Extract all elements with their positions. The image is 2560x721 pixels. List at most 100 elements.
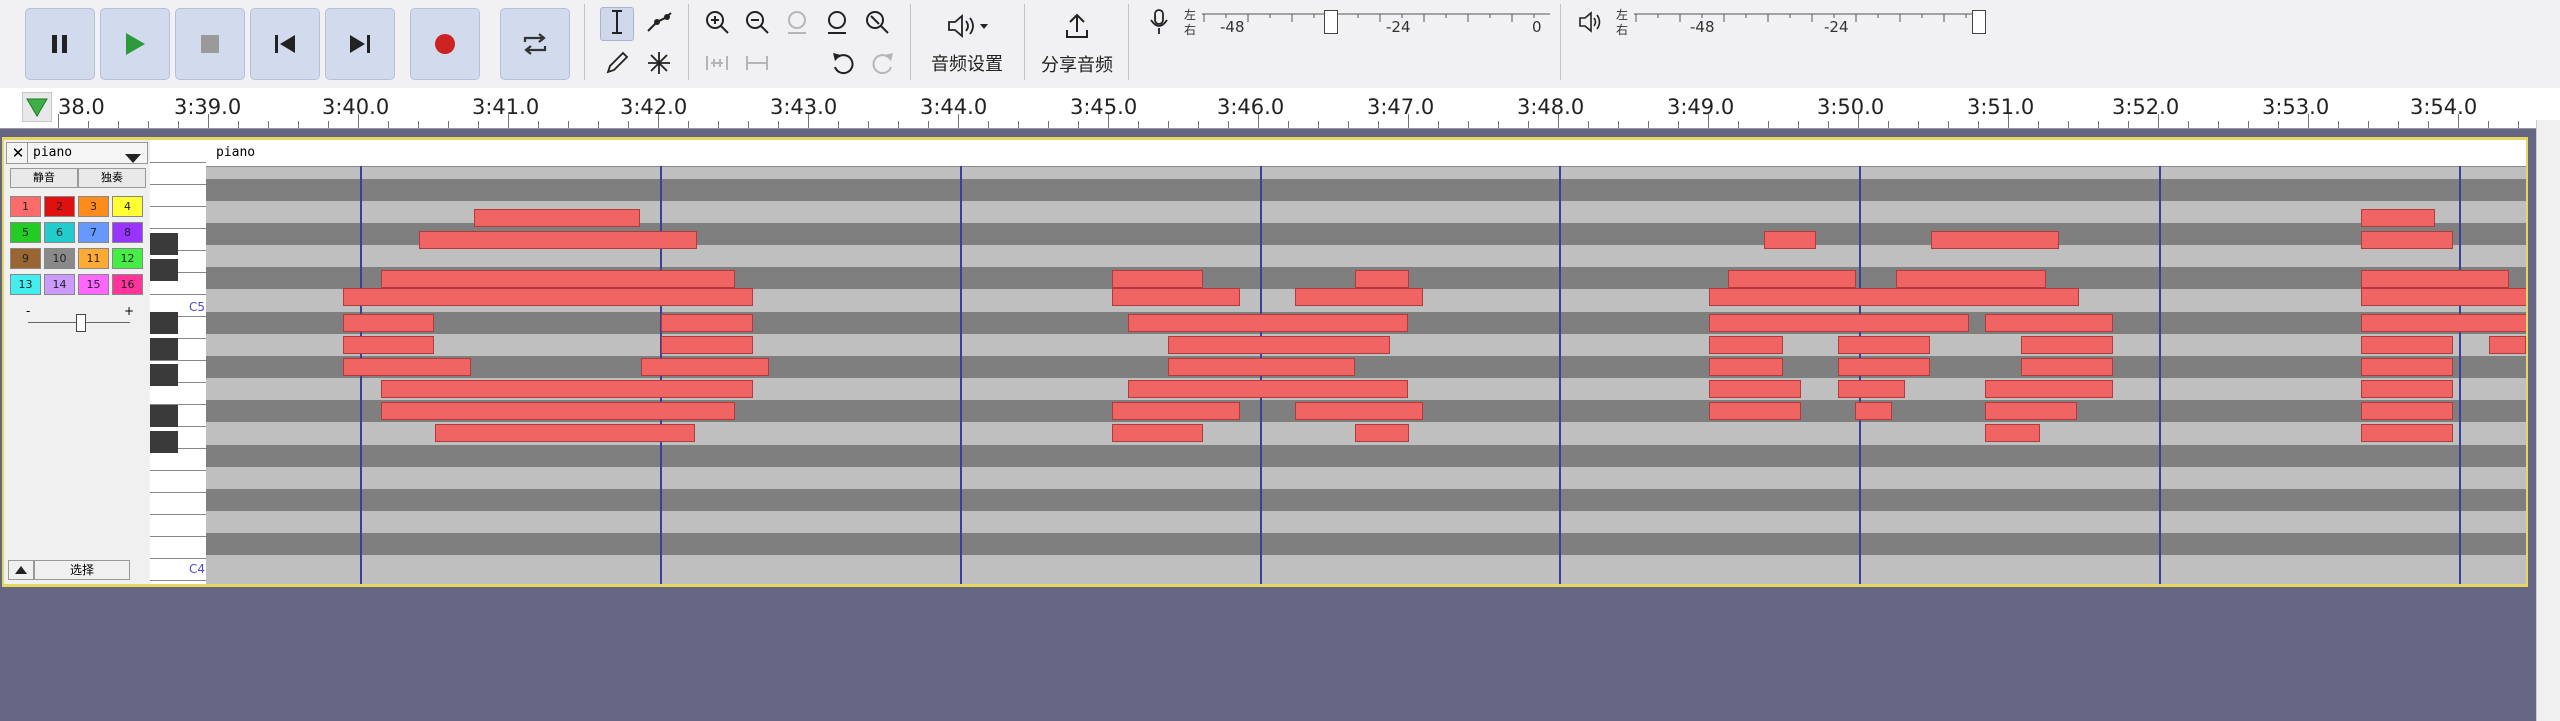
note[interactable] <box>1896 270 2046 288</box>
envelope-tool-button[interactable] <box>642 7 676 41</box>
note[interactable] <box>1112 270 1203 288</box>
channel-button-4[interactable]: 4 <box>112 196 143 217</box>
black-key[interactable] <box>150 312 178 334</box>
note[interactable] <box>474 209 640 227</box>
timeline-ruler[interactable]: 38.0 3:39.0 3:40.0 3:41.0 3:42.0 3:43.0 3:44.0… <box>0 88 2560 129</box>
note[interactable] <box>1838 358 1930 376</box>
play-button[interactable] <box>100 8 170 80</box>
zoom-out-button[interactable] <box>740 7 774 41</box>
loop-button[interactable] <box>500 8 570 80</box>
audio-setup-button[interactable]: 音频设置 <box>920 6 1014 82</box>
channel-button-11[interactable]: 11 <box>78 248 109 269</box>
note[interactable] <box>1128 314 1408 332</box>
black-key[interactable] <box>150 233 178 255</box>
note[interactable] <box>1985 380 2113 398</box>
note[interactable] <box>1728 270 1856 288</box>
note[interactable] <box>435 424 695 442</box>
note[interactable] <box>2021 358 2113 376</box>
velocity-slider[interactable]: - + <box>24 304 134 334</box>
channel-button-1[interactable]: 1 <box>10 196 41 217</box>
record-meter-button[interactable] <box>1142 7 1176 41</box>
note[interactable] <box>1295 288 1423 306</box>
note[interactable] <box>1709 402 1801 420</box>
note[interactable] <box>343 288 753 306</box>
record-button[interactable] <box>410 8 480 80</box>
note[interactable] <box>1985 314 2113 332</box>
note[interactable] <box>2361 402 2453 420</box>
note[interactable] <box>2361 424 2453 442</box>
note[interactable] <box>2361 380 2453 398</box>
note[interactable] <box>1355 270 1409 288</box>
select-tool-button[interactable] <box>600 7 634 41</box>
note[interactable] <box>1709 314 1969 332</box>
black-key[interactable] <box>150 259 178 281</box>
note[interactable] <box>1168 358 1355 376</box>
close-track-icon[interactable]: ✕ <box>9 143 28 163</box>
stop-button[interactable] <box>175 8 245 80</box>
note[interactable] <box>381 270 735 288</box>
note[interactable] <box>1838 336 1930 354</box>
note[interactable] <box>1112 402 1240 420</box>
channel-button-3[interactable]: 3 <box>78 196 109 217</box>
multi-tool-button[interactable] <box>642 48 676 82</box>
undo-button[interactable] <box>826 48 860 82</box>
draw-tool-button[interactable] <box>600 48 634 82</box>
channel-button-5[interactable]: 5 <box>10 222 41 243</box>
note[interactable] <box>343 314 434 332</box>
zoom-in-button[interactable] <box>700 7 734 41</box>
note[interactable] <box>661 336 753 354</box>
play-meter-slider[interactable] <box>1972 10 1986 34</box>
note[interactable] <box>2361 231 2453 249</box>
note[interactable] <box>1112 424 1203 442</box>
piano-keyboard[interactable]: C5 C4 <box>150 140 207 584</box>
note[interactable] <box>1709 358 1783 376</box>
rec-meter-slider[interactable] <box>1324 10 1338 34</box>
track-name[interactable]: piano <box>33 145 72 160</box>
note[interactable] <box>2489 336 2526 354</box>
channel-button-9[interactable]: 9 <box>10 248 41 269</box>
note[interactable] <box>1355 424 1409 442</box>
note[interactable] <box>343 336 434 354</box>
channel-button-12[interactable]: 12 <box>112 248 143 269</box>
black-key[interactable] <box>150 338 178 360</box>
note[interactable] <box>1709 288 2079 306</box>
skip-to-end-button[interactable] <box>325 8 395 80</box>
redo-button[interactable] <box>866 48 900 82</box>
note[interactable] <box>2361 314 2526 332</box>
record-meter[interactable]: -48 -24 0 <box>1200 8 1552 38</box>
skip-to-start-button[interactable] <box>250 8 320 80</box>
channel-button-14[interactable]: 14 <box>44 274 75 295</box>
channel-button-13[interactable]: 13 <box>10 274 41 295</box>
collapse-track-button[interactable] <box>8 560 34 580</box>
note[interactable] <box>1168 336 1390 354</box>
vertical-scrollbar[interactable] <box>2536 120 2560 721</box>
note[interactable] <box>1709 380 1801 398</box>
note[interactable] <box>1855 402 1892 420</box>
fit-project-button[interactable] <box>820 7 854 41</box>
track-menu-chevron-icon[interactable] <box>125 149 141 168</box>
note[interactable] <box>1985 402 2077 420</box>
share-audio-button[interactable]: 分享音频 <box>1034 6 1120 82</box>
channel-button-10[interactable]: 10 <box>44 248 75 269</box>
pause-button[interactable] <box>25 8 95 80</box>
silence-button[interactable] <box>740 48 774 82</box>
channel-button-8[interactable]: 8 <box>112 222 143 243</box>
playback-meter-button[interactable] <box>1574 7 1608 41</box>
note[interactable] <box>1112 288 1240 306</box>
note[interactable] <box>661 314 753 332</box>
note[interactable] <box>381 380 753 398</box>
note[interactable] <box>2361 336 2453 354</box>
note[interactable] <box>419 231 697 249</box>
note[interactable] <box>641 358 769 376</box>
trim-button[interactable] <box>700 48 734 82</box>
piano-roll[interactable]: piano <box>206 140 2526 584</box>
channel-button-6[interactable]: 6 <box>44 222 75 243</box>
fit-selection-button[interactable] <box>780 7 814 41</box>
note[interactable] <box>1838 380 1905 398</box>
note[interactable] <box>1128 380 1408 398</box>
solo-button[interactable]: 独奏 <box>78 168 146 188</box>
note[interactable] <box>1985 424 2040 442</box>
note[interactable] <box>1931 231 2059 249</box>
note[interactable] <box>2021 336 2113 354</box>
note[interactable] <box>381 402 735 420</box>
